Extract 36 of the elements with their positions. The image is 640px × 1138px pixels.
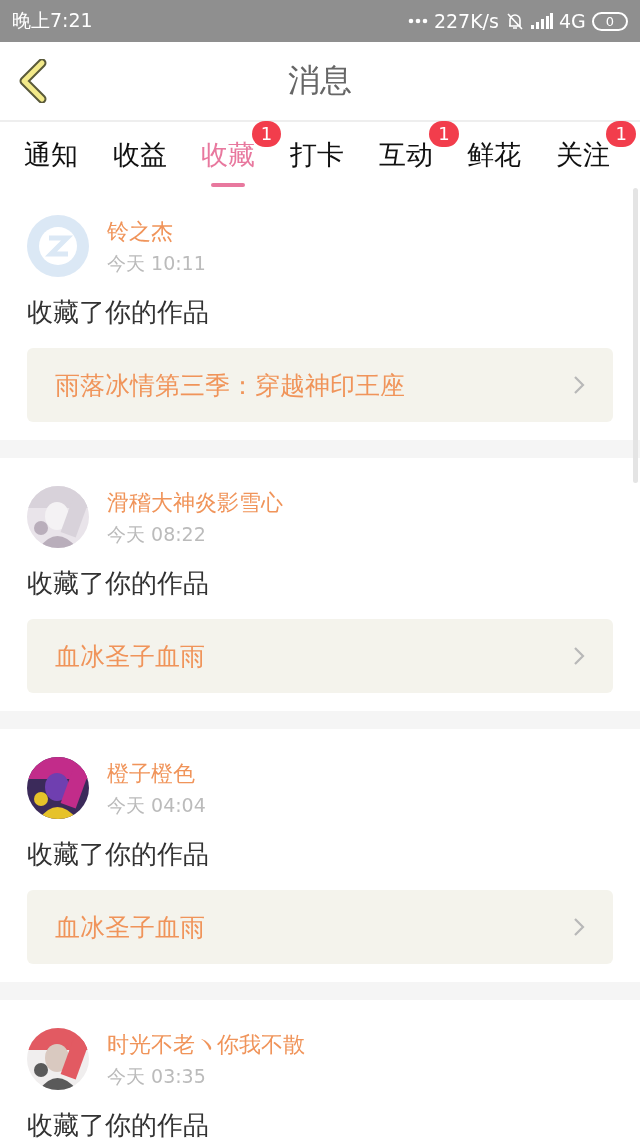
- message-time: 今天 08:22: [107, 522, 207, 547]
- page-title: 消息: [288, 60, 352, 101]
- message-text: 收藏了你的作品: [27, 567, 210, 600]
- status-time: 晚上7:21: [12, 8, 93, 33]
- count-badge: 1: [429, 120, 459, 147]
- count-badge: 1: [251, 120, 282, 147]
- network-speed: 227K/s: [433, 10, 499, 32]
- message-text: 收藏了你的作品: [27, 838, 210, 871]
- work-link[interactable]: 血冰圣子血雨: [27, 890, 613, 964]
- chevron-right-icon: [573, 375, 585, 395]
- tab-underline: [211, 182, 246, 187]
- battery-indicator: 0: [591, 11, 628, 31]
- message-time: 今天 03:35: [107, 1064, 207, 1089]
- message-time: 今天 10:11: [107, 251, 206, 276]
- message-text: 收藏了你的作品: [27, 296, 210, 329]
- tab[interactable]: 收益: [112, 132, 167, 177]
- user-name[interactable]: 滑稽大神炎影雪心: [107, 488, 283, 518]
- scroll-thumb[interactable]: [633, 188, 638, 483]
- chevron-right-icon: [573, 917, 585, 937]
- tab[interactable]: 通知: [24, 132, 78, 177]
- user-name[interactable]: 橙子橙色: [107, 759, 206, 789]
- user-name[interactable]: 铃之杰: [107, 217, 206, 247]
- network-type: 4G: [558, 10, 586, 32]
- avatar-icon: [27, 215, 89, 277]
- tab[interactable]: 鲜花: [467, 132, 522, 177]
- more-dots-icon: [407, 18, 428, 24]
- message-text: 收藏了你的作品: [27, 1109, 210, 1138]
- work-link[interactable]: 血冰圣子血雨: [27, 619, 613, 693]
- chevron-right-icon: [573, 646, 585, 666]
- work-link[interactable]: 雨落冰情第三季：穿越神印王座: [27, 348, 613, 422]
- user-name[interactable]: 时光不老ヽ你我不散: [107, 1030, 305, 1060]
- muted-bell-icon: [504, 11, 525, 31]
- signal-icon: [530, 13, 553, 29]
- message-time: 今天 04:04: [107, 793, 206, 818]
- count-badge: 1: [606, 120, 636, 147]
- tab[interactable]: 打卡: [289, 132, 344, 177]
